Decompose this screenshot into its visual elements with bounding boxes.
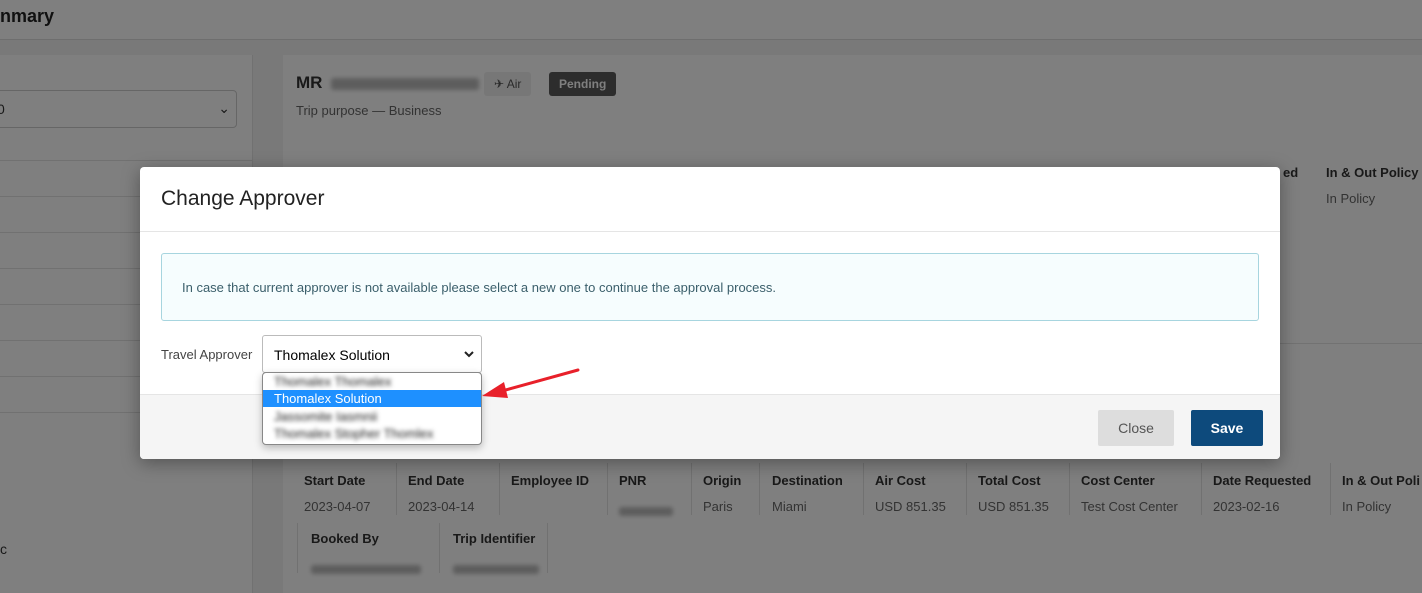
travel-approver-options-list: Thomalex Thomalex Thomalex Solution Jass… (262, 372, 482, 445)
approver-option[interactable]: Thomalex Thomalex (263, 373, 481, 390)
travel-approver-select[interactable]: Thomalex Solution (262, 335, 482, 373)
info-alert-text: In case that current approver is not ava… (182, 280, 777, 295)
info-alert: In case that current approver is not ava… (161, 253, 1259, 321)
annotation-arrow-icon (482, 368, 580, 398)
approver-option[interactable]: Thomalex Stopher Thomlex (263, 425, 481, 442)
save-button[interactable]: Save (1191, 410, 1263, 446)
travel-approver-selected-value: Thomalex Solution (274, 347, 390, 363)
approver-option-selected[interactable]: Thomalex Solution (263, 390, 481, 407)
chevron-down-icon (464, 351, 474, 358)
approver-option[interactable]: Jassomite Iasmnii (263, 408, 481, 425)
close-button[interactable]: Close (1098, 410, 1174, 446)
travel-approver-label: Travel Approver (161, 347, 253, 362)
modal-header: Change Approver (140, 167, 1280, 232)
modal-title: Change Approver (161, 187, 325, 210)
